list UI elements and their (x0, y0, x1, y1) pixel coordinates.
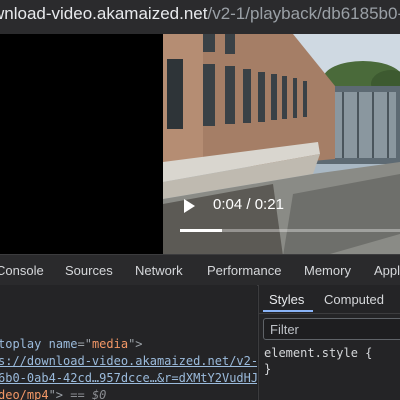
devtools-panel: Console Sources Network Performance Memo… (0, 254, 400, 400)
video-player[interactable]: 0:04 / 0:21 (0, 34, 400, 254)
time-display: 0:04 / 0:21 (213, 196, 284, 213)
style-rule-open: { (365, 346, 373, 360)
play-icon (184, 199, 195, 213)
time-total: 0:21 (254, 196, 284, 213)
tab-performance[interactable]: Performance (207, 263, 281, 278)
selected-node-marker: == $0 (70, 388, 107, 400)
styles-filter-input[interactable]: Filter (263, 318, 400, 340)
tab-computed[interactable]: Computed (324, 292, 384, 307)
filter-placeholder: Filter (270, 322, 299, 337)
src-link-continued[interactable]: 6b0-0ab4-42cd…957dcce…&r=dXMtY2VudHJh (0, 371, 257, 385)
src-link[interactable]: s://download-video.akamaized.net/v2- (0, 354, 257, 368)
attr-name-value: media (91, 337, 129, 351)
attr-name: name (48, 337, 78, 351)
address-bar[interactable]: wnload-video.akamaized.net/v2-1/playback… (0, 0, 400, 35)
active-tab-indicator (263, 310, 313, 312)
tab-styles[interactable]: Styles (269, 292, 304, 307)
tab-network[interactable]: Network (135, 263, 183, 278)
dom-line-video-attrs[interactable]: toplay name="media"> (0, 337, 143, 351)
style-rule-close: } (264, 362, 272, 376)
tab-sources[interactable]: Sources (65, 263, 113, 278)
style-rule-header[interactable]: element.style { (264, 346, 372, 360)
attr-type-value: deo/mp4 (0, 388, 49, 400)
time-current: 0:04 (213, 196, 243, 213)
tab-memory[interactable]: Memory (304, 263, 351, 278)
video-frame-image (163, 34, 400, 254)
attr-autoplay: toplay (0, 337, 42, 351)
url-path: /v2-1/playback/db6185b0-0ab (207, 4, 400, 23)
style-rule-selector: element.style (264, 346, 358, 360)
progress-fill (180, 229, 222, 232)
styles-tabbar: Styles Computed (259, 285, 400, 314)
video-frame (163, 34, 400, 254)
devtools-tabbar: Console Sources Network Performance Memo… (0, 254, 400, 286)
tab-console[interactable]: Console (0, 263, 44, 278)
url-text[interactable]: wnload-video.akamaized.net/v2-1/playback… (0, 3, 400, 25)
play-button[interactable] (182, 198, 196, 219)
url-host: wnload-video.akamaized.net (0, 4, 208, 23)
time-separator: / (246, 196, 251, 213)
dom-line-type[interactable]: deo/mp4"> == $0 (0, 388, 106, 400)
styles-pane: Styles Computed Filter element.style { } (258, 285, 400, 400)
dom-line-src-1[interactable]: s://download-video.akamaized.net/v2- (0, 354, 257, 368)
elements-pane[interactable]: toplay name="media"> s://download-video.… (0, 285, 257, 400)
progress-bar[interactable] (180, 229, 400, 232)
dom-line-src-2[interactable]: 6b0-0ab4-42cd…957dcce…&r=dXMtY2VudHJh (0, 371, 257, 385)
tab-application[interactable]: Appl (374, 263, 400, 278)
